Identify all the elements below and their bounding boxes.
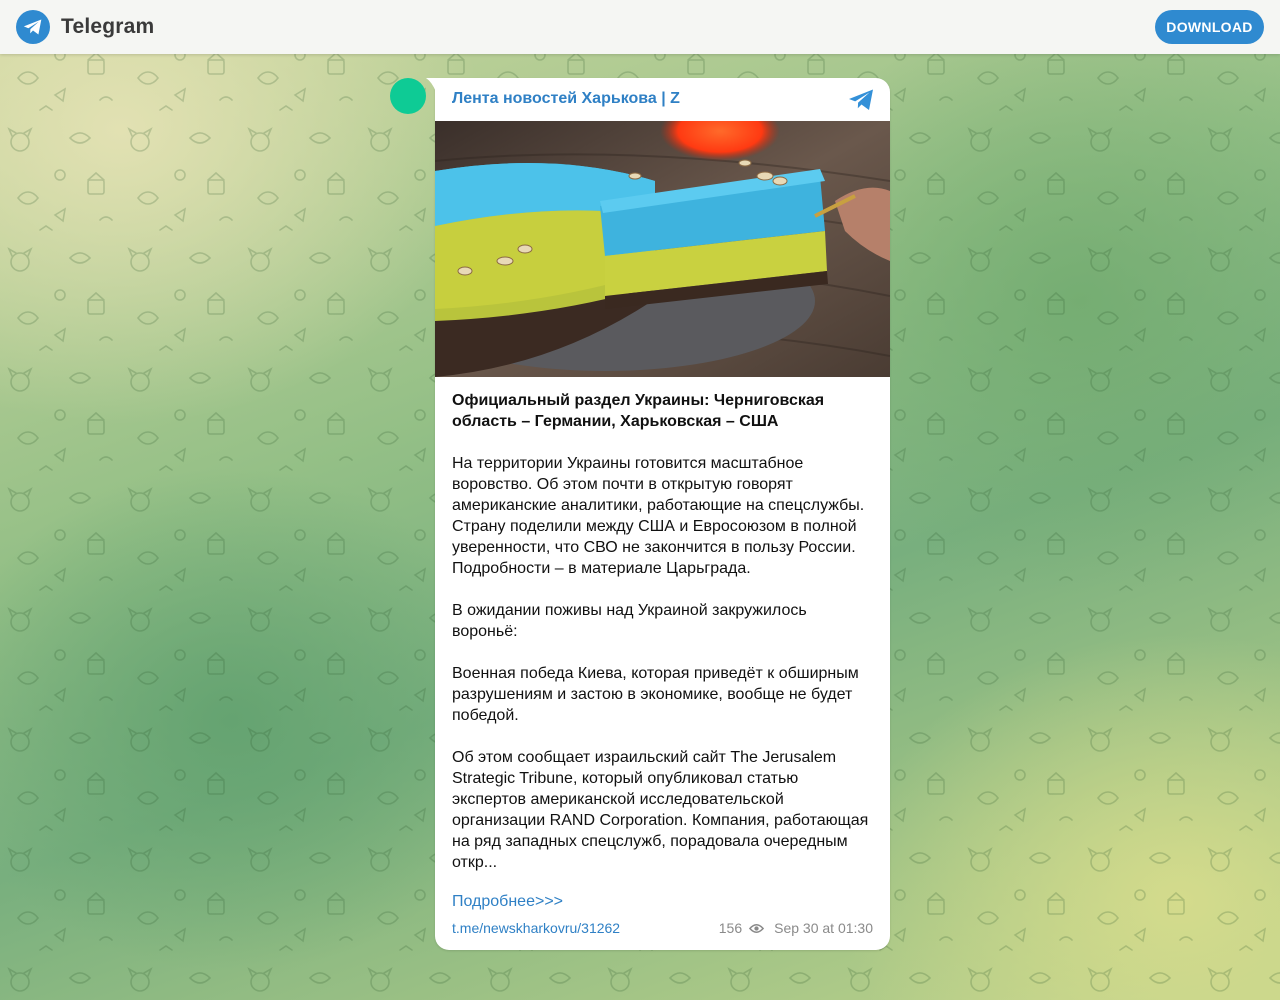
top-bar: Telegram DOWNLOAD (0, 0, 1280, 54)
message-meta: 156 Sep 30 at 01:30 (719, 920, 873, 936)
message-bubble: Лента новостей Харькова | Z Официальный … (426, 78, 890, 950)
brand-name[interactable]: Telegram (61, 15, 154, 39)
eye-icon (749, 923, 765, 934)
post-title: Официальный раздел Украины: Черниговская… (452, 392, 825, 430)
post-paragraph: Военная победа Киева, которая приведёт к… (452, 665, 859, 724)
download-button[interactable]: DOWNLOAD (1155, 10, 1264, 44)
channel-name-link[interactable]: Лента новостей Харькова | Z (452, 90, 680, 108)
post-date: Sep 30 at 01:30 (774, 920, 873, 936)
view-count: 156 (718, 920, 743, 936)
post-text: Официальный раздел Украины: Черниговская… (435, 377, 890, 912)
post-paragraph: На территории Украины готовится масштабн… (452, 455, 865, 577)
post-permalink[interactable]: t.me/newskharkovru/31262 (452, 920, 620, 936)
post-paragraph: В ожидании поживы над Украиной закружило… (452, 602, 807, 640)
message-header: Лента новостей Харькова | Z (435, 78, 890, 121)
post-paragraph: Об этом сообщает израильский сайт The Je… (452, 749, 869, 871)
telegram-plane-icon[interactable] (848, 88, 874, 112)
post-photo[interactable] (435, 121, 890, 377)
channel-avatar[interactable] (390, 78, 426, 114)
telegram-logo-icon[interactable] (16, 10, 50, 44)
message-footer: t.me/newskharkovru/31262 156 Sep 30 at 0… (452, 919, 873, 937)
read-more-link[interactable]: Подробнее>>> (452, 891, 873, 912)
